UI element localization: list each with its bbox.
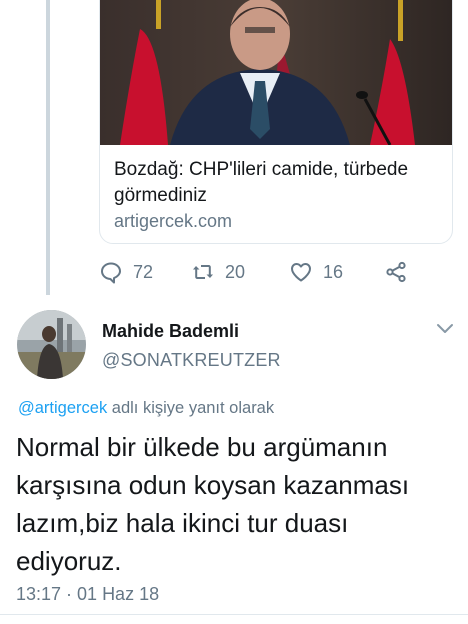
tweet-timestamp[interactable]: 13:17 · 01 Haz 18 [16,584,159,605]
retweet-button[interactable]: 20 [191,258,245,286]
reply-context-suffix: adlı kişiye yanıt olarak [107,399,275,417]
thread-connector-line [46,0,50,295]
reply-mention-link[interactable]: @artigercek [18,399,107,417]
share-button[interactable] [384,258,418,286]
reply-button[interactable]: 72 [99,258,153,286]
share-icon [386,261,406,283]
like-count: 16 [323,261,344,282]
tweet-body: Normal bir ülkede bu argümanın karşısına… [16,432,410,576]
retweet-icon [193,265,213,279]
reply-context: @artigercek adlı kişiye yanıt olarak [18,399,274,418]
link-preview-image [100,0,452,145]
author-handle[interactable]: @SONATKREUTZER [102,350,281,371]
heart-icon [291,263,311,282]
divider [0,614,468,615]
tweet-action-bar: 72 20 16 [99,258,419,286]
like-button[interactable]: 16 [289,258,343,286]
author-name[interactable]: Mahide Bademli [102,321,239,342]
tweet-menu-button[interactable] [436,322,454,336]
reply-count: 72 [133,261,154,282]
chevron-down-icon [437,324,453,333]
reply-icon [101,262,121,284]
retweet-count: 20 [225,261,246,282]
link-preview-domain: artigercek.com [114,211,233,231]
link-preview-title[interactable]: Bozdağ: CHP'lileri camide, türbede görme… [114,157,434,209]
link-preview-card[interactable]: Bozdağ: CHP'lileri camide, türbede görme… [99,0,453,244]
author-avatar[interactable] [17,310,86,379]
